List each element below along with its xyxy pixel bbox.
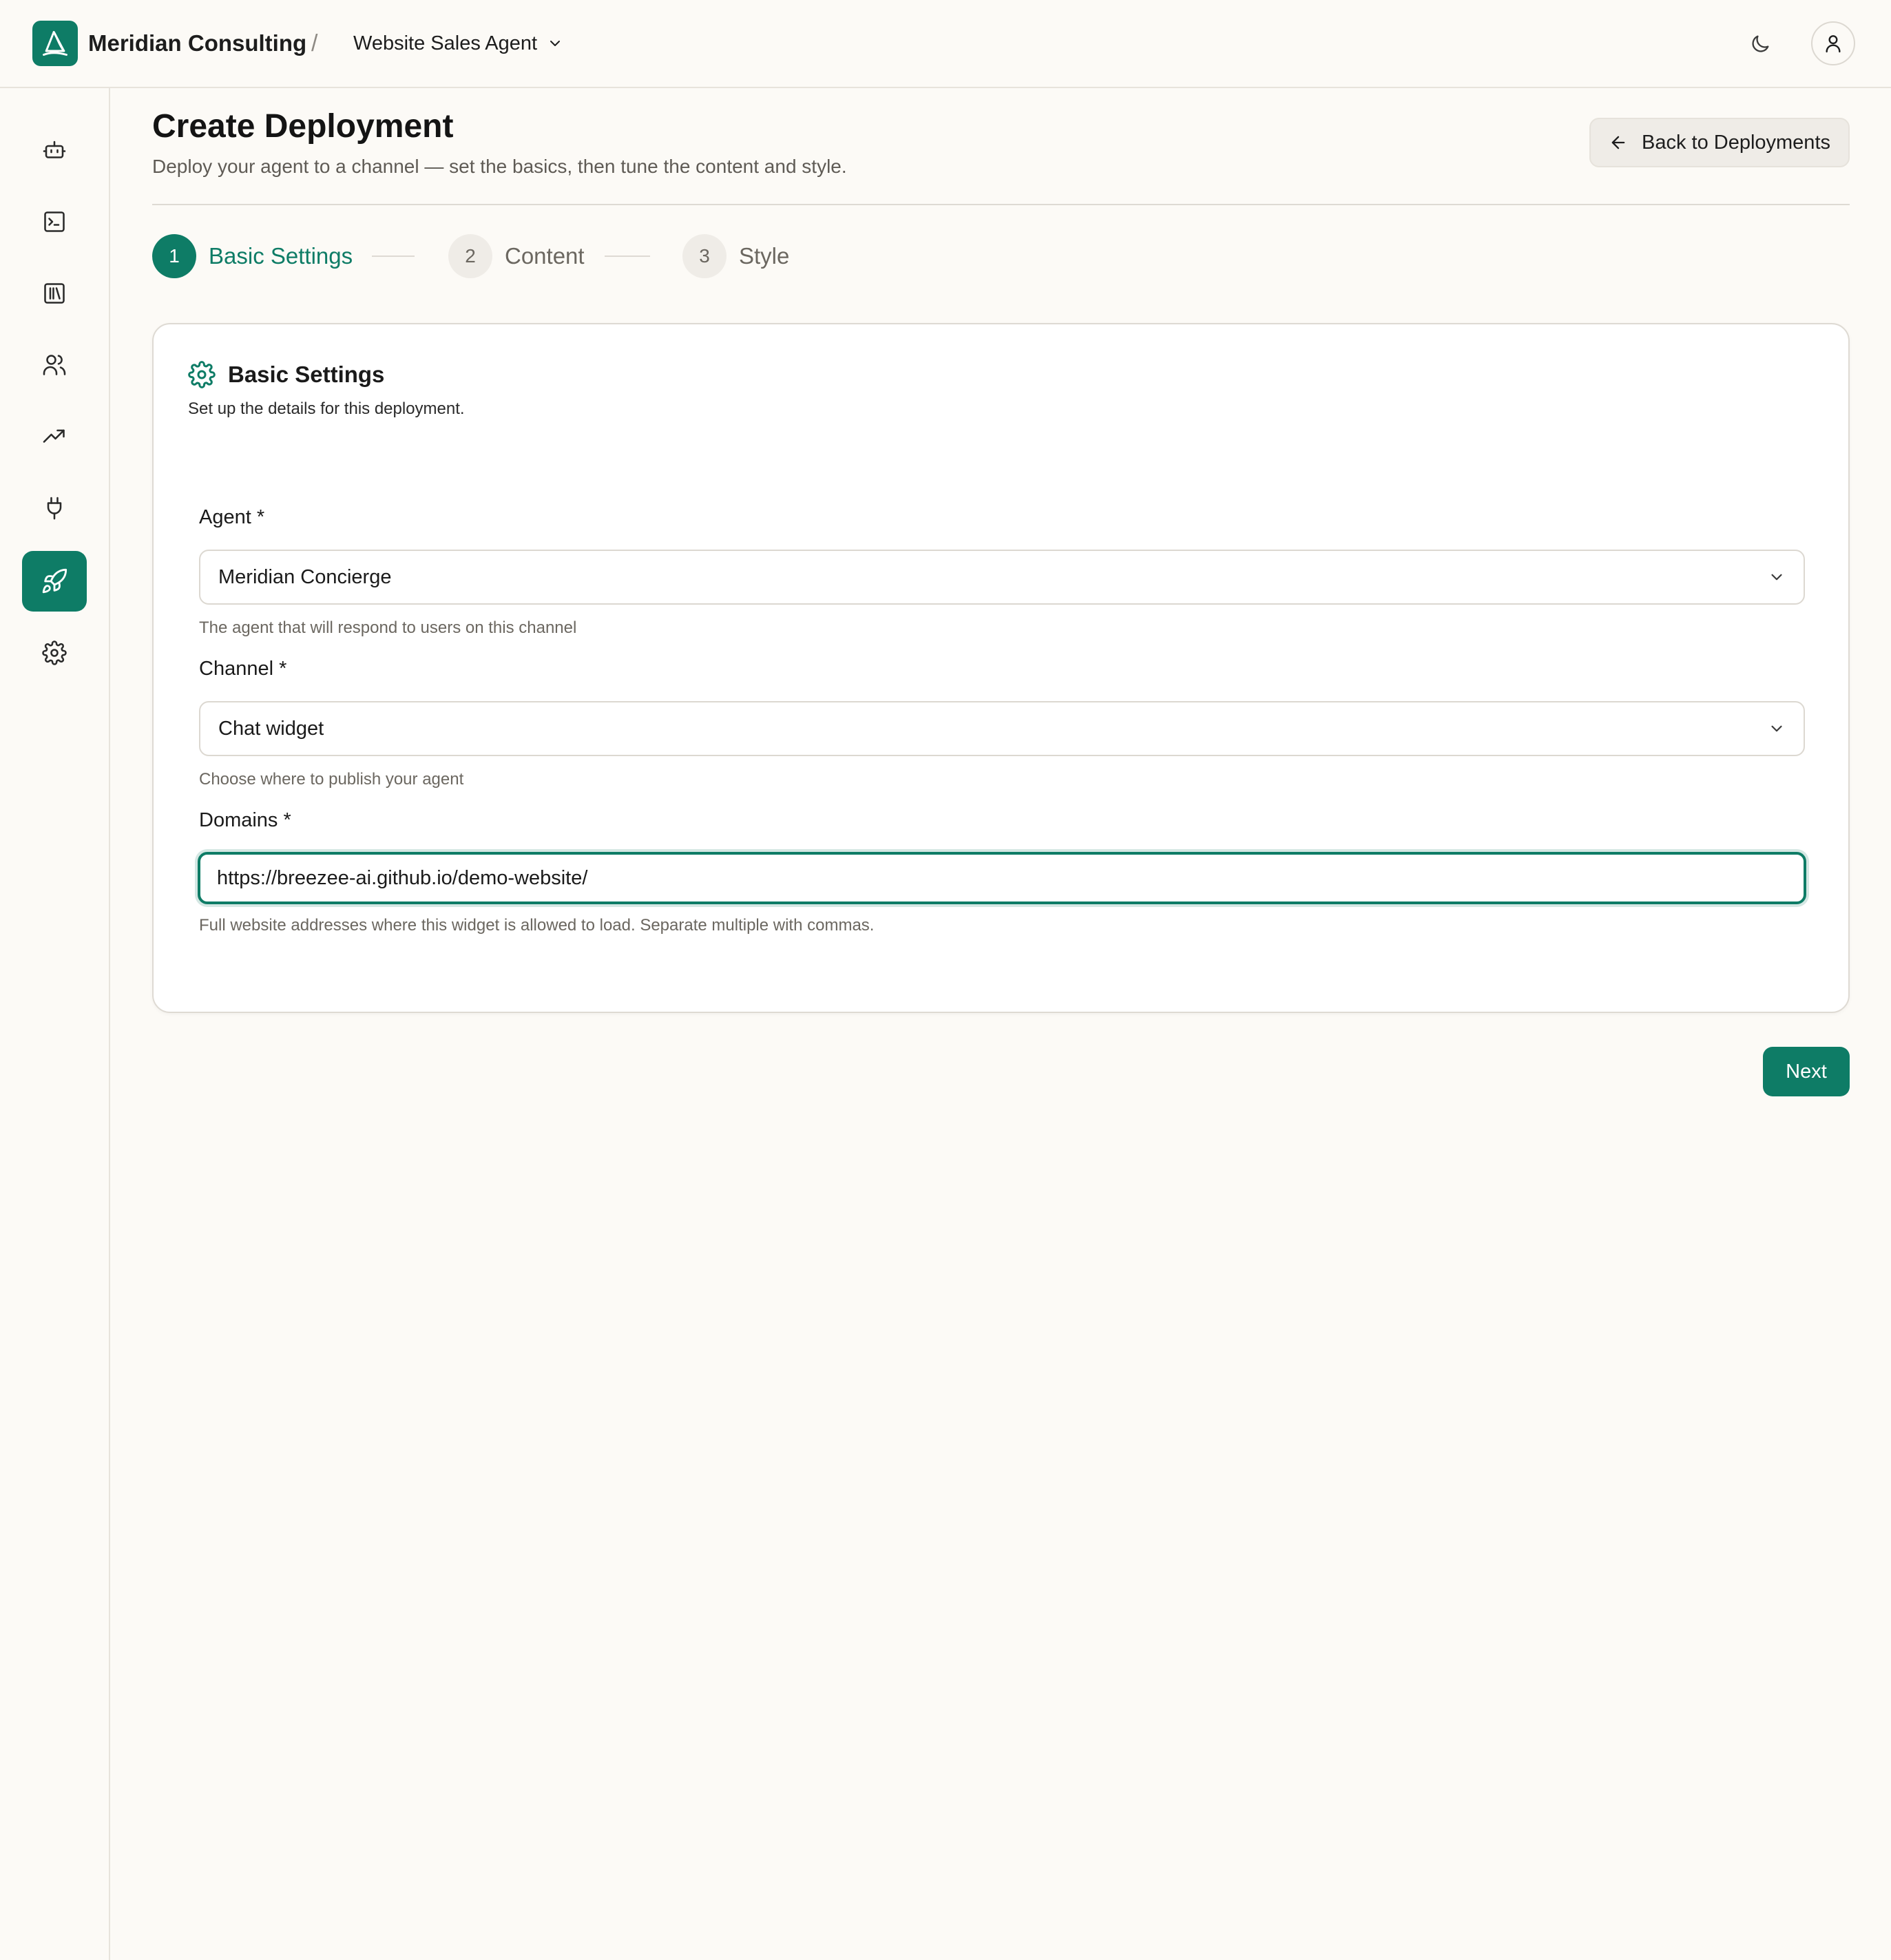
- agent-select-value: Meridian Concierge: [218, 565, 392, 588]
- breadcrumb-separator: /: [311, 30, 318, 56]
- channel-select-value: Chat widget: [218, 717, 324, 740]
- next-button[interactable]: Next: [1763, 1047, 1850, 1096]
- channel-hint: Choose where to publish your agent: [199, 770, 464, 789]
- step-label: Content: [505, 243, 585, 269]
- back-to-deployments-button[interactable]: Back to Deployments: [1589, 118, 1850, 167]
- step-label: Basic Settings: [209, 243, 353, 269]
- card-title: Basic Settings: [228, 362, 385, 387]
- sidebar-item-console[interactable]: [22, 191, 87, 252]
- users-icon: [42, 353, 67, 377]
- sidebar-item-library[interactable]: [22, 263, 87, 324]
- step-connector: [605, 256, 650, 257]
- domains-label: Domains *: [199, 809, 291, 831]
- bot-icon: [42, 138, 67, 163]
- trending-up-icon: [42, 424, 67, 449]
- sailboat-logo-icon[interactable]: [32, 21, 78, 66]
- arrow-left-icon: [1609, 133, 1628, 152]
- step-label: Style: [739, 243, 790, 269]
- domains-hint: Full website addresses where this widget…: [199, 916, 875, 935]
- step-content[interactable]: 2 Content: [448, 234, 585, 278]
- moon-icon: [1748, 32, 1772, 56]
- card-header: Basic Settings: [188, 359, 384, 390]
- sidebar-item-agents[interactable]: [22, 120, 87, 180]
- step-style[interactable]: 3 Style: [682, 234, 789, 278]
- settings-icon: [42, 640, 67, 665]
- library-icon: [42, 281, 67, 306]
- domains-input[interactable]: [198, 852, 1806, 904]
- chevron-down-icon: [547, 35, 563, 52]
- rocket-icon: [41, 567, 68, 595]
- chevron-down-icon: [1768, 720, 1786, 738]
- user-menu-button[interactable]: [1811, 21, 1855, 65]
- top-bar: Meridian Consulting / Website Sales Agen…: [0, 0, 1891, 88]
- step-basic-settings[interactable]: 1 Basic Settings: [152, 234, 353, 278]
- basic-settings-card: Basic Settings Set up the details for th…: [152, 323, 1850, 1013]
- step-number: 1: [152, 234, 196, 278]
- agent-switcher-label: Website Sales Agent: [353, 32, 538, 54]
- back-button-label: Back to Deployments: [1641, 131, 1830, 154]
- channel-label: Channel *: [199, 658, 287, 680]
- sidebar-item-settings[interactable]: [22, 623, 87, 683]
- org-name[interactable]: Meridian Consulting: [88, 28, 306, 59]
- sidebar-item-integrations[interactable]: [22, 478, 87, 539]
- header-divider: [152, 204, 1850, 205]
- channel-select[interactable]: Chat widget: [199, 701, 1805, 756]
- step-number: 3: [682, 234, 727, 278]
- agent-switcher[interactable]: Website Sales Agent: [353, 28, 563, 59]
- sidebar-item-analytics[interactable]: [22, 406, 87, 467]
- agent-hint: The agent that will respond to users on …: [199, 618, 577, 637]
- page-title: Create Deployment: [152, 108, 454, 145]
- step-number: 2: [448, 234, 492, 278]
- terminal-icon: [42, 209, 67, 234]
- theme-toggle-button[interactable]: [1742, 26, 1778, 62]
- agent-select[interactable]: Meridian Concierge: [199, 550, 1805, 605]
- page-subtitle: Deploy your agent to a channel — set the…: [152, 156, 847, 177]
- sidebar-item-users[interactable]: [22, 335, 87, 395]
- step-connector: [372, 256, 415, 257]
- sidebar: [0, 88, 110, 1960]
- user-icon: [1822, 32, 1844, 54]
- sidebar-item-deployments[interactable]: [22, 551, 87, 612]
- card-description: Set up the details for this deployment.: [188, 399, 465, 418]
- settings-icon: [188, 361, 216, 388]
- plug-icon: [42, 496, 67, 521]
- chevron-down-icon: [1768, 568, 1786, 586]
- agent-label: Agent *: [199, 506, 265, 528]
